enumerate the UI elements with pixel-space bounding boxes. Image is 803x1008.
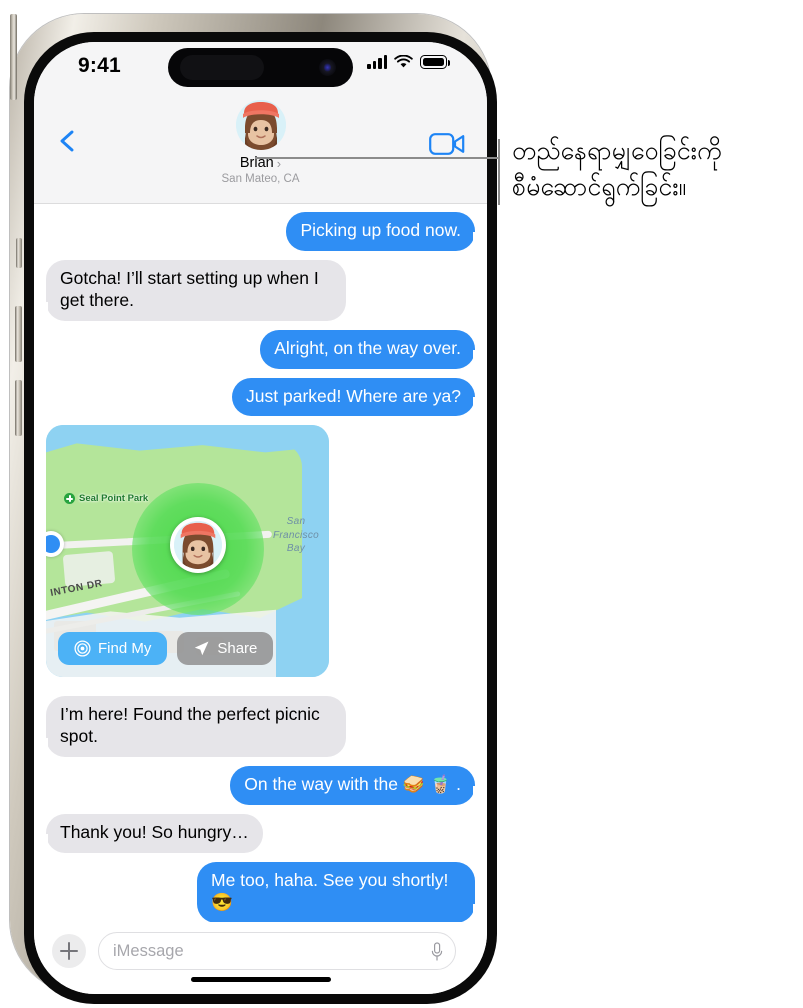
map-bay-label: San Francisco Bay — [273, 515, 319, 556]
map-contact-pin[interactable] — [170, 517, 226, 574]
message-row: Me too, haha. See you shortly! 😎 — [46, 861, 482, 923]
dynamic-island[interactable] — [168, 48, 353, 87]
park-marker-icon — [64, 493, 75, 505]
memoji-avatar — [235, 100, 286, 150]
findmy-radar-icon — [74, 640, 91, 657]
screenshot-root: 9:41 Brian › San Mateo, CA Picking up fo… — [0, 0, 803, 1008]
home-indicator[interactable] — [190, 977, 331, 982]
conversation-contact[interactable]: Brian › San Mateo, CA — [34, 100, 487, 185]
bay-label-line1: San — [286, 516, 306, 528]
message-row: Gotcha! I’ll start setting up when I get… — [39, 259, 475, 321]
signal-bars-icon — [367, 55, 387, 69]
message-row: I’m here! Found the perfect picnic spot. — [39, 696, 475, 758]
message-row-location-attachment: Seal Point Park San Francisco Bay INTON … — [46, 425, 475, 687]
callout-leader-line — [255, 157, 500, 159]
message-bubble-outgoing[interactable]: On the way with the 🥪 🧋 . — [230, 766, 482, 805]
message-bubble-outgoing[interactable]: Alright, on the way over. — [260, 329, 482, 369]
find-my-button[interactable]: Find My — [58, 632, 168, 666]
share-location-button[interactable]: Share — [177, 632, 274, 666]
message-row: Alright, on the way over. — [46, 329, 482, 369]
callout-line-2: စီမံဆောင်ရွက်ခြင်း။ — [512, 172, 687, 202]
volume-up-button[interactable] — [15, 306, 22, 362]
phone-screen: 9:41 Brian › San Mateo, CA Picking up fo… — [34, 42, 487, 994]
wifi-icon — [394, 55, 413, 68]
status-bar-time: 9:41 — [78, 54, 121, 77]
conversation-header: Brian › San Mateo, CA — [34, 92, 487, 204]
map-action-buttons: Find My Share — [58, 632, 274, 666]
find-my-label: Find My — [98, 640, 152, 658]
map-park-label: Seal Point Park — [64, 493, 149, 505]
microphone-icon[interactable] — [431, 942, 443, 962]
front-camera-icon — [319, 59, 336, 76]
message-bubble-outgoing[interactable]: Just parked! Where are ya? — [232, 377, 482, 417]
callout-annotation-text: တည်နေရာမျှဝေခြင်းကို စီမံဆောင်ရွက်ခြင်း။ — [512, 133, 797, 206]
message-row: Just parked! Where are ya? — [46, 377, 482, 417]
message-row: Picking up food now. — [46, 212, 482, 251]
bay-label-line3: Bay — [286, 543, 306, 555]
iphone-device-frame: 9:41 Brian › San Mateo, CA Picking up fo… — [10, 14, 497, 1004]
share-arrow-icon — [195, 641, 209, 656]
message-input-bar: iMessage — [34, 922, 487, 994]
message-row: Thank you! So hungry… — [39, 814, 475, 853]
power-button[interactable] — [10, 14, 17, 100]
imessage-placeholder: iMessage — [113, 941, 184, 960]
message-bubble-incoming[interactable]: I’m here! Found the perfect picnic spot. — [39, 696, 346, 758]
message-bubble-outgoing[interactable]: Picking up food now. — [286, 212, 482, 251]
plus-icon[interactable] — [52, 934, 86, 968]
bay-label-line2: Francisco — [272, 529, 319, 541]
shared-location-map[interactable]: Seal Point Park San Francisco Bay INTON … — [46, 425, 329, 678]
message-bubble-incoming[interactable]: Gotcha! I’ll start setting up when I get… — [39, 259, 346, 321]
memoji-avatar-small — [174, 521, 222, 570]
volume-down-button[interactable] — [15, 380, 22, 436]
message-thread[interactable]: Picking up food now. Gotcha! I’ll start … — [34, 204, 487, 940]
battery-icon — [420, 55, 451, 69]
status-bar: 9:41 — [34, 42, 487, 92]
message-bubble-incoming[interactable]: Thank you! So hungry… — [39, 814, 263, 853]
avatar[interactable] — [235, 100, 286, 150]
silent-switch-button[interactable] — [16, 238, 22, 268]
message-row: On the way with the 🥪 🧋 . — [46, 766, 482, 805]
imessage-input[interactable]: iMessage — [98, 932, 456, 970]
park-label-text: Seal Point Park — [79, 493, 149, 505]
contact-location: San Mateo, CA — [221, 173, 300, 185]
dynamic-island-pill — [180, 55, 264, 80]
message-bubble-outgoing[interactable]: Me too, haha. See you shortly! 😎 — [197, 861, 482, 923]
callout-bracket — [498, 139, 500, 205]
share-label: Share — [217, 640, 258, 658]
callout-line-1: တည်နေရာမျှဝေခြင်းကို — [512, 136, 722, 165]
status-bar-indicators — [367, 55, 451, 69]
